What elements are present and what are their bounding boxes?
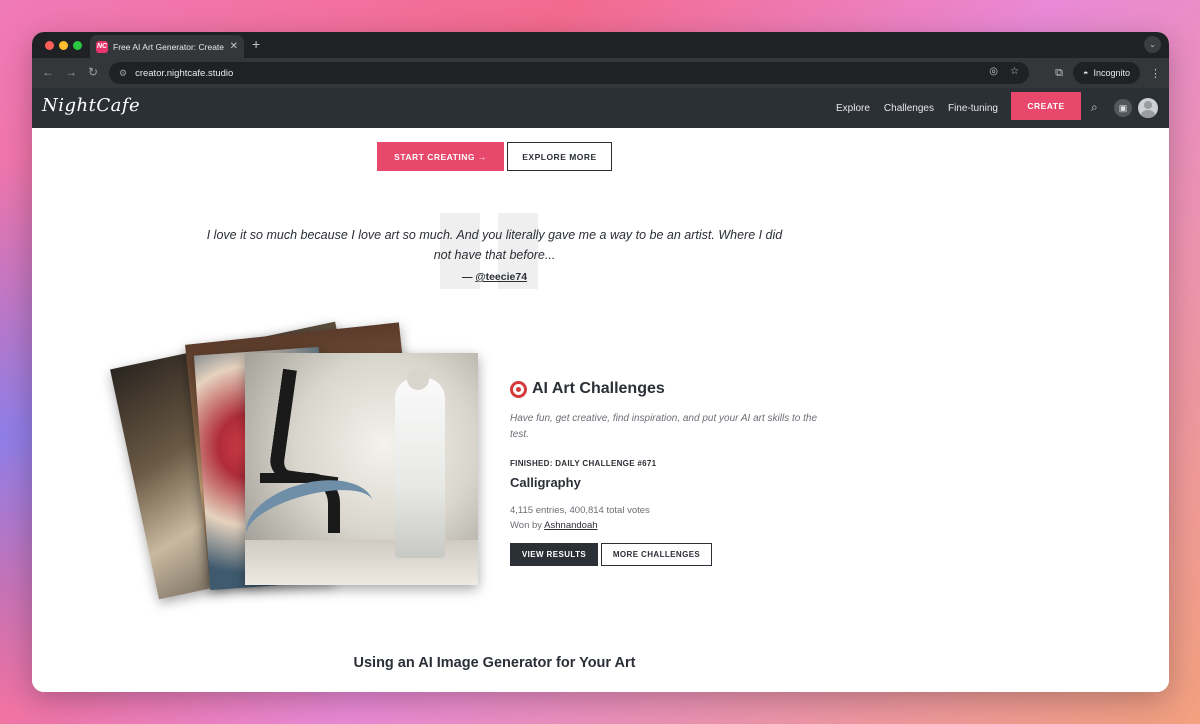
incognito-label: Incognito — [1093, 68, 1130, 78]
target-icon — [510, 380, 527, 398]
section-title: Using an AI Image Generator for Your Art — [353, 655, 636, 671]
nightcafe-logo[interactable]: NightCafe — [42, 95, 140, 116]
tab-search-icon[interactable]: ⌄ — [1144, 36, 1161, 53]
maximize-window-button[interactable] — [73, 41, 82, 50]
bookmark-star-icon[interactable]: ☆ — [1010, 66, 1019, 77]
address-bar[interactable]: ⚙ creator.nightcafe.studio ◎ ☆ — [109, 62, 1029, 84]
address-toolbar: ← → ↻ ⚙ creator.nightcafe.studio ◎ ☆ ⧉ ◓… — [32, 58, 1169, 88]
avatar[interactable] — [1138, 98, 1158, 118]
challenge-description: Have fun, get creative, find inspiration… — [510, 413, 818, 440]
back-icon[interactable]: ← — [42, 65, 54, 79]
challenge-status: FINISHED: DAILY CHALLENGE #671 — [510, 459, 657, 468]
create-button[interactable]: CREATE — [1011, 92, 1081, 120]
forward-icon[interactable]: → — [65, 65, 77, 79]
explore-more-button[interactable]: EXPLORE MORE — [507, 142, 612, 171]
nav-explore[interactable]: Explore — [836, 103, 870, 114]
more-challenges-button[interactable]: MORE CHALLENGES — [601, 543, 712, 566]
close-window-button[interactable] — [45, 41, 54, 50]
close-tab-icon[interactable]: ✕ — [230, 41, 238, 52]
site-settings-icon[interactable]: ⚙ — [119, 68, 127, 79]
favicon-icon: NC — [96, 40, 108, 53]
browser-menu-icon[interactable]: ⋮ — [1150, 67, 1161, 80]
challenge-stats: 4,115 entries, 400,814 total votes — [510, 505, 650, 516]
testimonial-text: I love it so much because I love art so … — [206, 228, 783, 262]
minimize-window-button[interactable] — [59, 41, 68, 50]
incognito-icon: ◓ — [1083, 68, 1089, 78]
incognito-badge[interactable]: ◓ Incognito — [1073, 62, 1140, 84]
testimonial-author: — @teecie74 — [461, 271, 528, 283]
nav-fine-tuning[interactable]: Fine-tuning — [948, 103, 998, 114]
url-text: creator.nightcafe.studio — [135, 67, 234, 79]
challenge-name: Calligraphy — [510, 475, 581, 490]
eye-off-icon[interactable]: ◎ — [989, 66, 998, 77]
browser-window: NC Free AI Art Generator: Create ✕ + ⌄ ←… — [32, 32, 1169, 692]
page-content: START CREATING → EXPLORE MORE I love it … — [32, 128, 1169, 692]
start-creating-button[interactable]: START CREATING → — [377, 142, 504, 171]
winner-link[interactable]: Ashnandoah — [544, 520, 597, 531]
challenge-image-stack[interactable] — [102, 313, 482, 603]
site-nav: Explore Challenges Fine-tuning — [836, 88, 998, 128]
reload-icon[interactable]: ↻ — [88, 65, 98, 79]
challenge-winner: Won by Ashnandoah — [510, 520, 598, 531]
tab-title: Free AI Art Generator: Create — [113, 41, 225, 52]
challenge-heading: AI Art Challenges — [510, 380, 665, 398]
browser-tab[interactable]: NC Free AI Art Generator: Create ✕ — [90, 35, 244, 58]
testimonial-author-link[interactable]: @teecie74 — [475, 271, 527, 283]
extensions-icon[interactable]: ⧉ — [1055, 67, 1063, 80]
challenge-title: AI Art Challenges — [532, 380, 665, 397]
challenge-image-front — [245, 353, 478, 585]
nav-challenges[interactable]: Challenges — [884, 103, 934, 114]
gallery-icon[interactable]: ▣ — [1114, 99, 1132, 117]
new-tab-icon[interactable]: + — [252, 36, 260, 52]
view-results-button[interactable]: VIEW RESULTS — [510, 543, 598, 566]
tab-strip: NC Free AI Art Generator: Create ✕ + ⌄ — [32, 32, 1169, 58]
search-icon[interactable]: ⌕ — [1091, 100, 1098, 115]
site-header: NightCafe Explore Challenges Fine-tuning… — [32, 88, 1169, 128]
